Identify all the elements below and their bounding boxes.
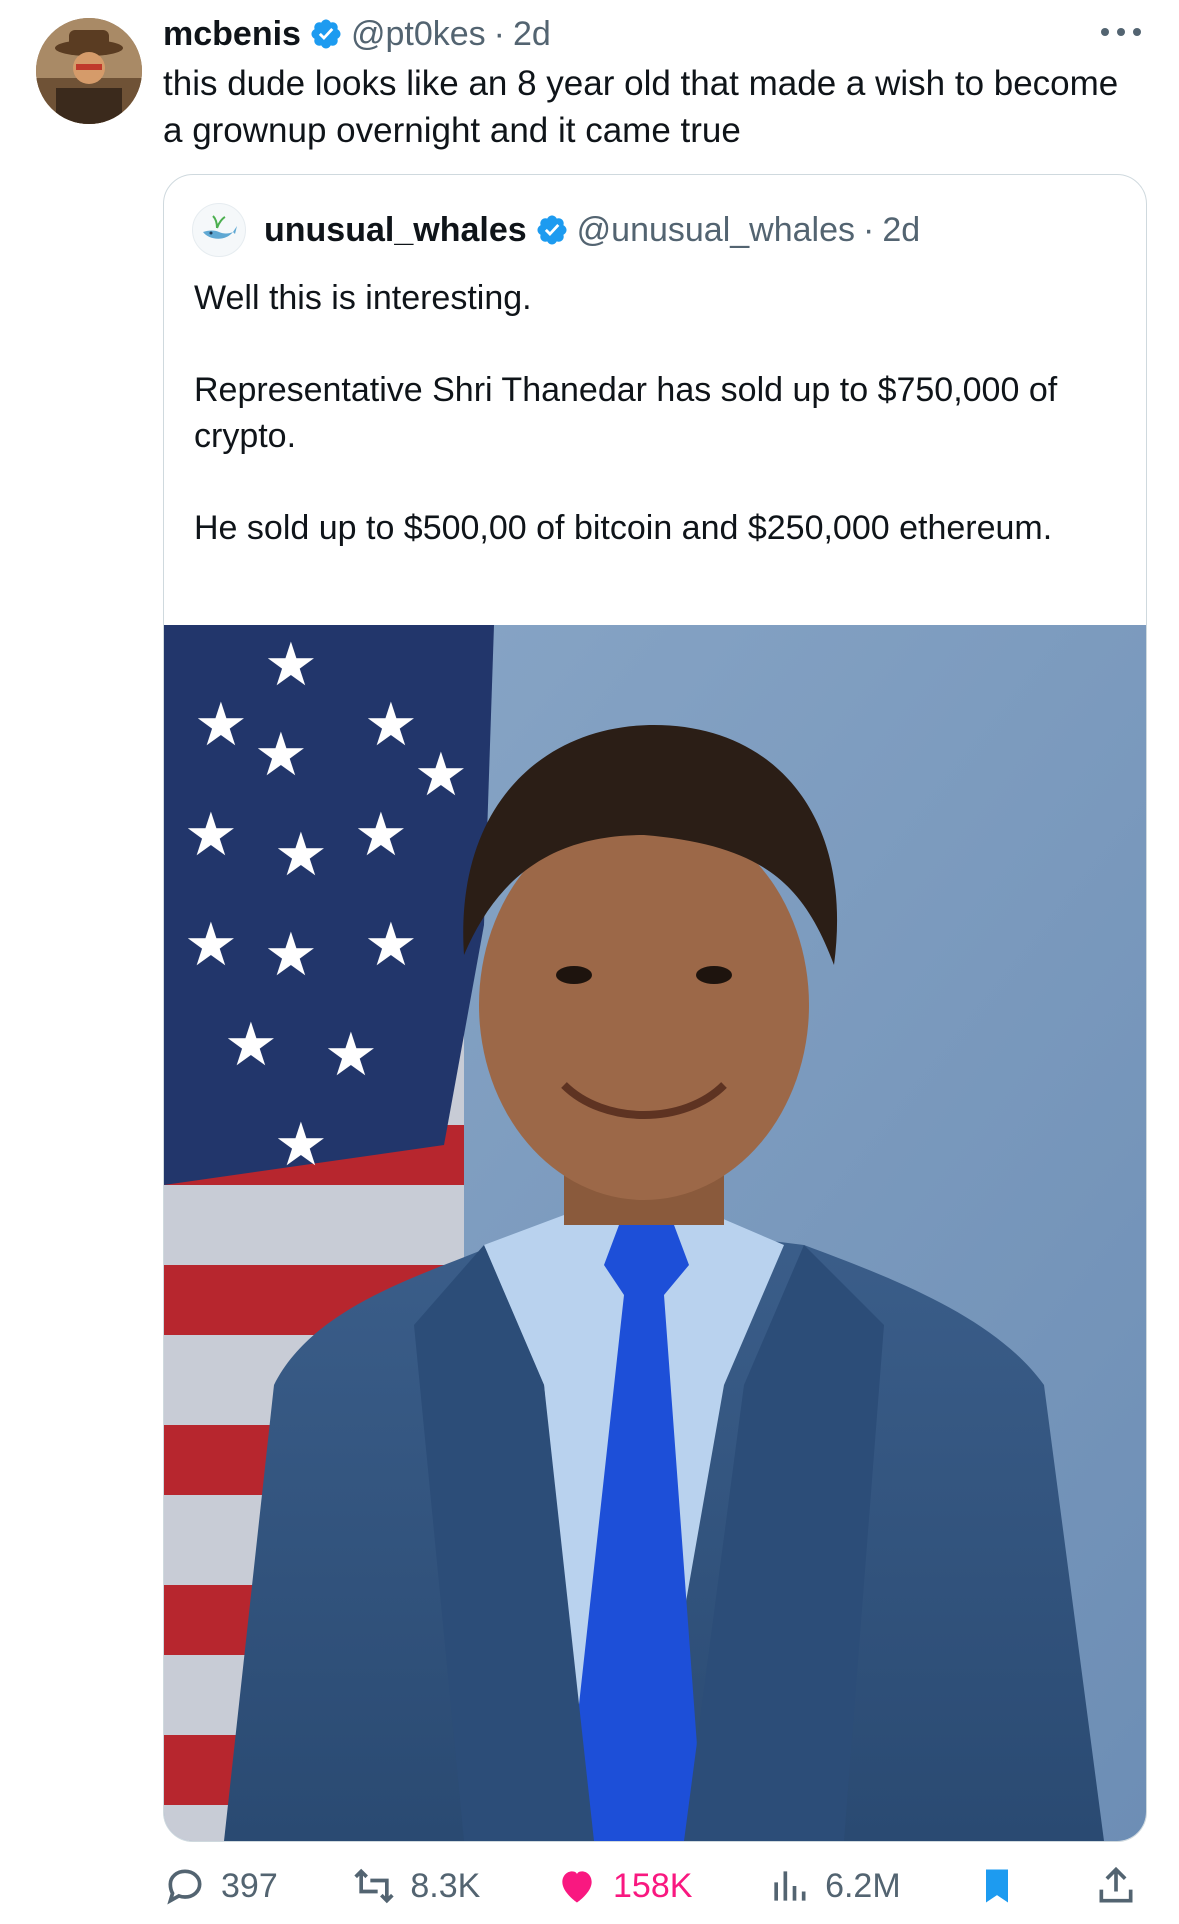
- tweet-header: mcbenis @pt0kes · 2d: [163, 12, 551, 56]
- quoted-paragraph: He sold up to $500,00 of bitcoin and $25…: [194, 509, 1053, 547]
- quoted-tweet-header: unusual_whales @unusual_whales · 2d: [192, 203, 920, 257]
- separator-dot: ·: [493, 14, 505, 53]
- quoted-tweet-card[interactable]: unusual_whales @unusual_whales · 2d Well…: [163, 174, 1147, 1842]
- views-icon: [774, 1871, 806, 1901]
- reply-icon: [167, 1869, 202, 1905]
- quoted-author-name[interactable]: unusual_whales: [264, 211, 527, 250]
- verified-badge-icon: [537, 215, 567, 245]
- reply-button[interactable]: 397: [163, 1864, 278, 1908]
- svg-text:★: ★: [184, 911, 238, 978]
- svg-text:★: ★: [254, 721, 308, 788]
- verified-badge-icon: [311, 19, 341, 49]
- quoted-paragraph: Well this is interesting.: [194, 279, 532, 317]
- author-name[interactable]: mcbenis: [163, 15, 301, 54]
- like-button[interactable]: 158K: [555, 1864, 692, 1908]
- quoted-paragraph: Representative Shri Thanedar has sold up…: [194, 371, 1058, 455]
- svg-text:★: ★: [194, 691, 248, 758]
- svg-text:★: ★: [324, 1021, 378, 1088]
- more-icon[interactable]: [1097, 22, 1145, 42]
- svg-text:★: ★: [364, 691, 418, 758]
- share-button[interactable]: [1094, 1864, 1138, 1908]
- bookmark-icon: [986, 1869, 1009, 1903]
- svg-text:★: ★: [184, 801, 238, 868]
- heart-icon: [562, 1871, 592, 1903]
- repost-button[interactable]: 8.3K: [352, 1864, 480, 1908]
- tweet-text: this dude looks like an 8 year old that …: [163, 64, 1119, 150]
- author-handle[interactable]: @pt0kes: [351, 15, 486, 54]
- quoted-tweet-time[interactable]: 2d: [882, 211, 920, 250]
- separator-dot: ·: [863, 210, 875, 249]
- whale-icon: [203, 215, 237, 239]
- reply-count: 397: [221, 1866, 278, 1905]
- like-count: 158K: [613, 1866, 693, 1905]
- svg-text:★: ★: [354, 801, 408, 868]
- svg-text:★: ★: [414, 741, 468, 808]
- svg-text:★: ★: [274, 1111, 328, 1178]
- views-button[interactable]: 6.2M: [767, 1864, 901, 1908]
- svg-text:★: ★: [364, 911, 418, 978]
- author-avatar[interactable]: [36, 18, 142, 124]
- tweet-time[interactable]: 2d: [513, 15, 551, 54]
- svg-text:★: ★: [264, 921, 318, 988]
- svg-text:★: ★: [224, 1011, 278, 1078]
- quoted-author-avatar[interactable]: [192, 203, 246, 257]
- repost-count: 8.3K: [410, 1866, 481, 1905]
- quoted-tweet-text: Well this is interesting. Representative…: [194, 275, 1124, 597]
- share-icon: [1099, 1866, 1133, 1903]
- views-count: 6.2M: [825, 1866, 901, 1905]
- svg-text:★: ★: [274, 821, 328, 888]
- bookmark-button[interactable]: [975, 1864, 1019, 1908]
- action-bar: 397 8.3K 158K 6.2M: [163, 1856, 1138, 1916]
- quoted-author-handle[interactable]: @unusual_whales: [577, 211, 855, 250]
- svg-text:★: ★: [264, 631, 318, 698]
- portrait-photo[interactable]: ★ ★ ★ ★ ★ ★ ★ ★ ★ ★ ★ ★ ★ ★: [164, 625, 1146, 1841]
- repost-icon: [354, 1868, 395, 1904]
